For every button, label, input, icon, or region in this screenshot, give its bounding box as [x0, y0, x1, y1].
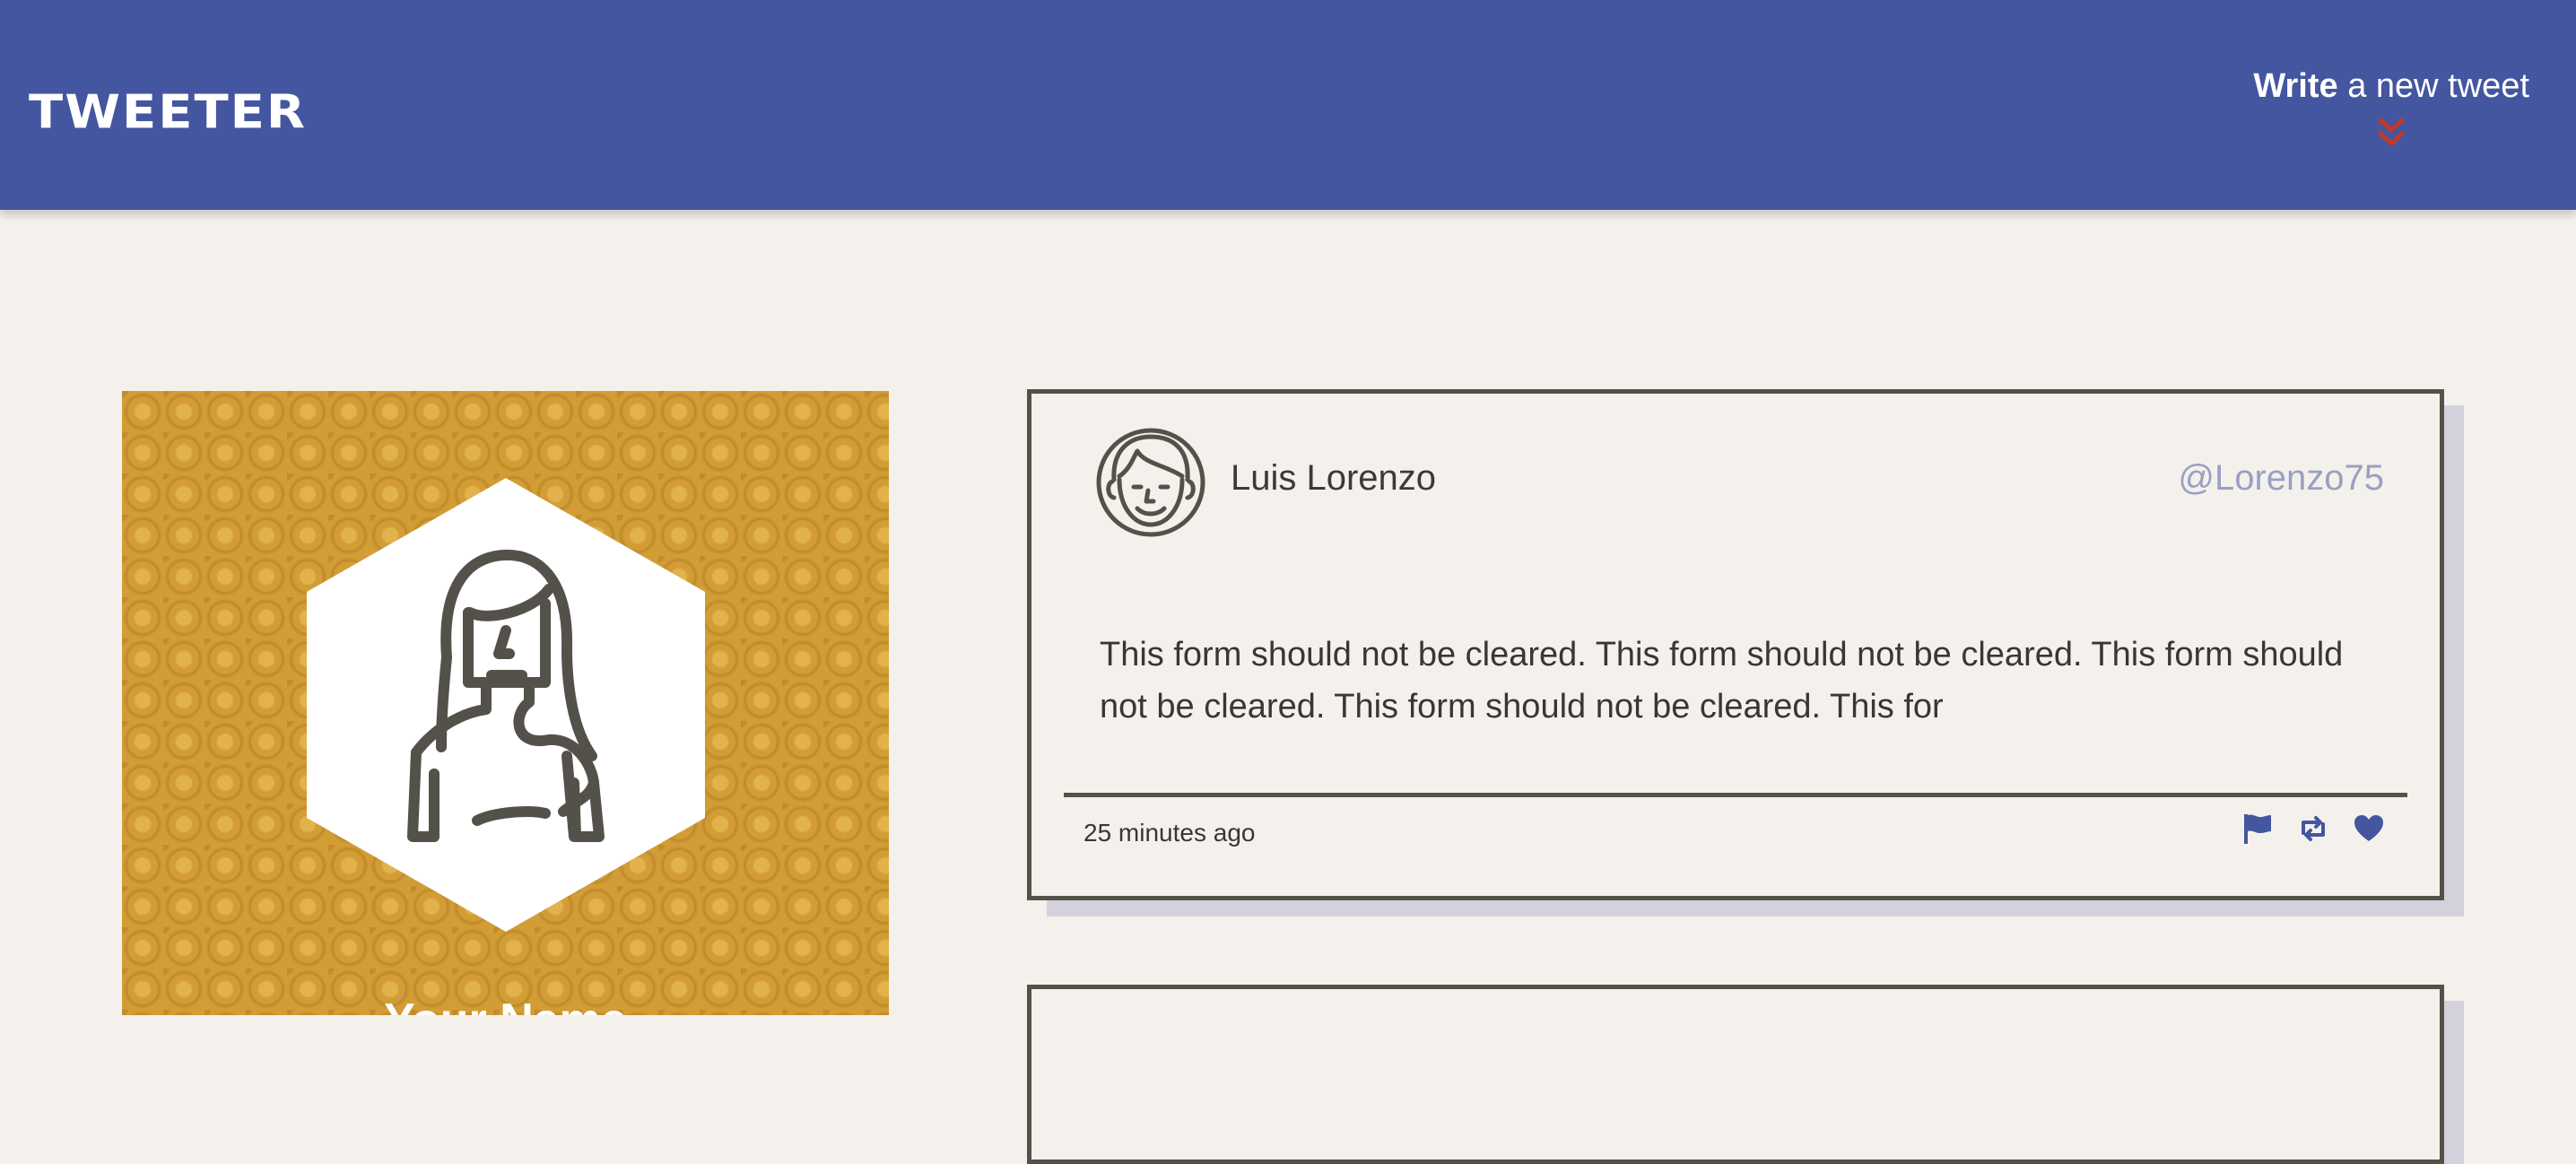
double-chevron-down-icon[interactable]	[2373, 115, 2409, 151]
tweet-card: Luis Lorenzo @Lorenzo75 This form should…	[1027, 389, 2444, 900]
profile-card: Your Name	[122, 391, 889, 1015]
tweet-author-name: Luis Lorenzo	[1231, 458, 1437, 498]
user-avatar-icon	[1096, 428, 1205, 537]
tweet-timestamp: 25 minutes ago	[1083, 819, 1256, 847]
tweet-actions	[2241, 812, 2386, 846]
tweet-divider	[1064, 793, 2407, 797]
profile-name: Your Name	[122, 997, 889, 1015]
write-label-bold: Write	[2253, 67, 2338, 105]
heart-icon[interactable]	[2352, 812, 2386, 846]
top-navbar: TWEETER Write a new tweet	[0, 0, 2576, 210]
tweet-author-handle: @Lorenzo75	[2178, 458, 2384, 498]
retweet-icon[interactable]	[2296, 812, 2330, 846]
brand-logo[interactable]: TWEETER	[29, 90, 307, 136]
write-label-rest: a new tweet	[2337, 67, 2529, 105]
tweet-content: This form should not be cleared. This fo…	[1100, 636, 2344, 725]
flag-icon[interactable]	[2241, 812, 2275, 846]
tweet-card-next	[1027, 985, 2444, 1164]
profile-avatar-hexagon	[307, 478, 705, 932]
write-tweet-toggle[interactable]: Write a new tweet	[2253, 66, 2529, 151]
